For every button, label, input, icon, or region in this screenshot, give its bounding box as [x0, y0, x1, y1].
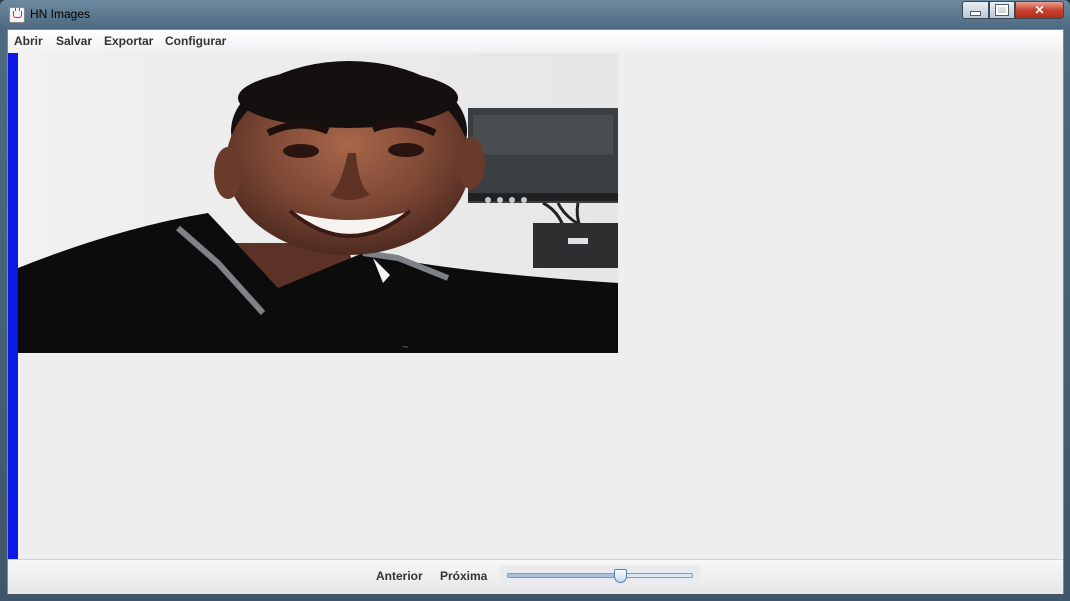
title-bar[interactable]: HN Images ✕ — [0, 0, 1070, 29]
java-cup-icon — [9, 7, 25, 23]
caption-buttons: ✕ — [962, 1, 1064, 20]
next-button[interactable]: Próxima — [440, 569, 487, 583]
menu-abrir[interactable]: Abrir — [14, 34, 43, 48]
menu-exportar[interactable]: Exportar — [104, 34, 153, 48]
menu-bar: Abrir Salvar Exportar Configurar — [8, 30, 1063, 54]
minimize-button[interactable] — [962, 1, 989, 19]
navigation-bar: Anterior Próxima — [8, 559, 1063, 594]
client-area: Abrir Salvar Exportar Configurar ~ Anter… — [7, 29, 1064, 594]
window-title: HN Images — [30, 7, 91, 21]
selection-strip — [8, 53, 18, 559]
photo: ~ — [18, 53, 618, 353]
slider-fill — [508, 574, 621, 577]
app-window: HN Images ✕ Abrir Salvar Exportar Config… — [0, 0, 1070, 601]
previous-button[interactable]: Anterior — [376, 569, 423, 583]
maximize-button[interactable] — [989, 1, 1015, 19]
maximize-icon — [995, 4, 1009, 16]
image-viewer: ~ — [8, 53, 1063, 559]
menu-salvar[interactable]: Salvar — [56, 34, 92, 48]
close-icon: ✕ — [1034, 3, 1045, 17]
svg-text:~: ~ — [403, 342, 408, 352]
minimize-icon — [970, 10, 981, 16]
image-slider[interactable] — [507, 569, 693, 583]
close-button[interactable]: ✕ — [1015, 1, 1064, 19]
menu-configurar[interactable]: Configurar — [165, 34, 226, 48]
